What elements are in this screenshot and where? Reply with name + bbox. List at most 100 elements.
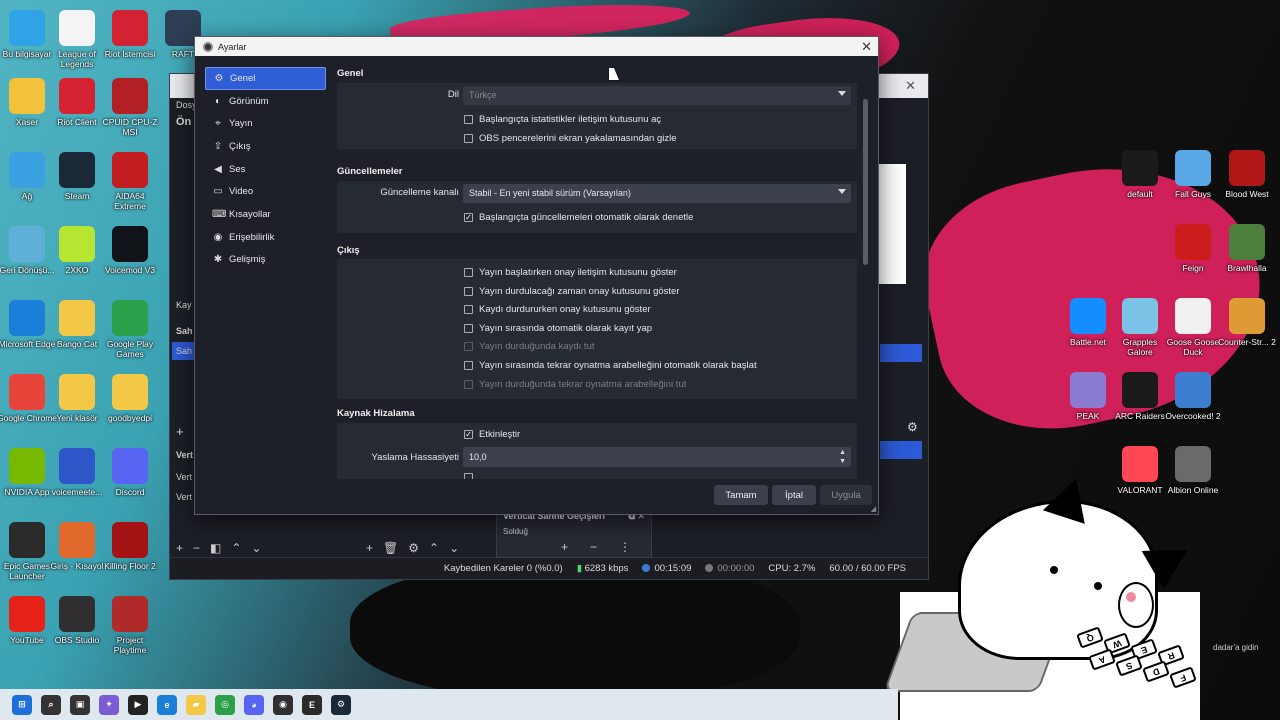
checkbox-box[interactable] [464,323,473,333]
gear-icon[interactable]: ⚙ [907,420,918,434]
desktop-icon[interactable]: Voicemod V3 [100,226,160,275]
scene-item[interactable]: Sah [176,346,192,356]
desktop-icon[interactable]: Blood West [1217,150,1277,199]
desktop-icon[interactable]: voicemeete... [47,448,107,497]
desktop-icon[interactable]: ARC Raiders [1110,372,1170,421]
obs-icon[interactable]: ◉ [273,694,293,715]
remove-icon[interactable]: − [193,541,200,555]
down-icon[interactable]: ⌄ [449,541,459,555]
close-icon[interactable]: ✕ [861,39,872,55]
remove-icon[interactable]: − [590,540,597,554]
checkbox-box[interactable] [464,473,473,479]
language-select[interactable]: Türkçe [463,86,851,105]
desktop-icon[interactable]: 2XKO [47,226,107,275]
add-icon[interactable]: + [561,540,568,554]
settings-scrollbar[interactable] [863,99,868,265]
ok-button[interactable]: Tamam [714,485,768,505]
desktop-icon[interactable]: Google Play Games [100,300,160,359]
desktop-icon[interactable]: goodbyedpi [100,374,160,423]
resize-grip-icon[interactable]: ◢ [871,505,876,513]
edge-icon[interactable]: e [157,694,177,715]
desktop-icon[interactable]: Goose Goose Duck [1163,298,1223,357]
add-scene-icon[interactable]: + [176,424,184,439]
desktop-icon[interactable]: Riot İstemcisi [100,10,160,59]
nav-item-1[interactable]: ⚙ Genel [205,67,326,90]
vertical-item[interactable]: Vert [176,472,192,482]
desktop-icon[interactable]: Fall Guys [1163,150,1223,199]
spin-updown-icon[interactable]: ▲ ▼ [839,448,846,466]
source-selected[interactable] [880,344,922,362]
nav-item-2[interactable]: ◐ Görünüm [205,90,326,113]
nav-item-9[interactable]: ✱ Gelişmiş [205,249,326,272]
checkbox-box[interactable] [464,379,473,389]
add-icon[interactable]: + [176,541,183,555]
desktop-icon[interactable]: Albion Online [1163,446,1223,495]
file-explorer-icon[interactable]: ▰ [186,694,206,715]
output-checkbox[interactable]: Yayın durdulacağı zaman onay kutusunu gö… [464,286,680,297]
nav-item-8[interactable]: ◉ Erişebilirlik [205,226,326,249]
output-checkbox[interactable]: Yayın sırasında otomatik olarak kayıt ya… [464,323,652,334]
desktop-icon[interactable]: Steam [47,152,107,201]
chrome-icon[interactable]: ◎ [215,694,235,715]
cancel-button[interactable]: İptal [772,485,816,505]
apply-button[interactable]: Uygula [820,485,872,505]
source-selected-2[interactable] [880,441,922,459]
desktop-icon[interactable]: Grapples Galore [1110,298,1170,357]
startup-stats-checkbox[interactable]: Başlangıçta istatistikler iletişim kutus… [464,114,661,125]
nav-item-3[interactable]: ⌖ Yayın [205,112,326,135]
transition-select[interactable]: Solduğ [503,527,645,537]
checkbox-box[interactable] [464,134,473,143]
obs-main-close-icon[interactable]: ✕ [905,78,916,94]
gear-icon[interactable]: ⚙ [408,541,419,555]
checkbox-box[interactable] [464,305,473,315]
trash-icon[interactable]: 🗑 [383,541,398,555]
desktop-icon[interactable]: Giriş - Kısayol [47,522,107,571]
checkbox-box[interactable] [464,361,473,370]
update-channel-select[interactable]: Stabil - En yeni stabil sürüm (Varsayıla… [463,184,851,203]
desktop-icon[interactable]: Killing Floor 2 [100,522,160,571]
copilot-icon[interactable]: ✦ [99,694,119,715]
checkbox-box[interactable]: ✓ [464,213,473,222]
up-icon[interactable]: ⌃ [231,541,241,555]
up-icon[interactable]: ⌃ [429,541,439,555]
desktop-icon[interactable]: VALORANT [1110,446,1170,495]
checkbox-box[interactable] [464,268,473,277]
nav-item-6[interactable]: ▭ Video [205,180,326,203]
nav-item-5[interactable]: ◀ Ses [205,158,326,181]
snapping-enable-checkbox[interactable]: ✓ Etkinleştir [464,429,520,440]
discord-icon[interactable]: ◕ [244,694,264,715]
snap-sensitivity-input[interactable]: 10,0 ▲ ▼ [463,447,851,467]
checkbox-box[interactable] [464,342,473,352]
desktop-icon[interactable]: Bango Cat [47,300,107,349]
hide-obs-checkbox[interactable]: OBS pencerelerini ekran yakalamasından g… [464,133,677,144]
epic-icon[interactable]: E [302,694,322,715]
start-icon[interactable]: ⊞ [12,694,32,715]
output-checkbox[interactable]: Yayın durduğunda kaydı tut [464,341,595,352]
search-icon[interactable]: ⌕ [41,694,61,715]
desktop-icon[interactable]: OBS Studio [47,596,107,645]
output-checkbox[interactable]: Kaydı durdururken onay kutusunu göster [464,304,651,315]
filter-icon[interactable]: ◧ [210,541,221,555]
desktop-icon[interactable]: Brawlhalla [1217,224,1277,273]
more-icon[interactable]: ⋮ [619,540,631,554]
output-checkbox[interactable]: Yayın durduğunda tekrar oynatma arabelle… [464,379,686,390]
desktop-icon[interactable]: CPUID CPU-Z MSI [100,78,160,137]
nav-item-4[interactable]: ⇪ Çıkış [205,135,326,158]
checkbox-box[interactable] [464,115,473,124]
desktop-icon[interactable]: AIDA64 Extreme [100,152,160,211]
add-icon[interactable]: + [366,541,373,555]
auto-update-checkbox[interactable]: ✓ Başlangıçta güncellemeleri otomatik ola… [464,212,693,223]
checkbox-box[interactable] [464,286,473,296]
down-icon[interactable]: ⌄ [251,541,261,555]
desktop-icon[interactable]: Counter-Str... 2 [1217,298,1277,347]
output-checkbox[interactable]: Yayın başlatırken onay iletişim kutusunu… [464,267,677,278]
checkbox-box[interactable]: ✓ [464,430,473,439]
desktop-icon[interactable]: Discord [100,448,160,497]
desktop-icon[interactable]: Overcooked! 2 [1163,372,1223,421]
desktop-icon[interactable]: PEAK [1058,372,1118,421]
snapping-extra-checkbox[interactable] [464,473,479,479]
desktop-icon[interactable]: Yeni klasör [47,374,107,423]
desktop-icon[interactable]: Riot Client [47,78,107,127]
vertical-item[interactable]: Vert [176,492,192,502]
steam-icon[interactable]: ⚙ [331,694,351,715]
